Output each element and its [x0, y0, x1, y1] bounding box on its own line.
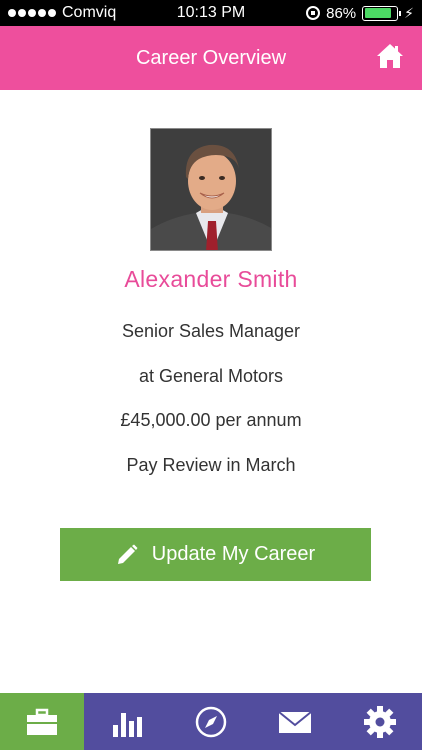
update-career-button[interactable]: Update My Career	[60, 528, 371, 581]
carrier-name: Comviq	[62, 4, 117, 21]
bar-chart-icon	[112, 712, 142, 737]
update-career-label: Update My Career	[151, 543, 316, 565]
company-name: at General Motors	[138, 366, 284, 386]
navigation-bar: Career Overview	[0, 26, 422, 90]
status-bar: Comviq 10:13 PM 86% ⚡	[0, 0, 422, 26]
tab-statistics[interactable]	[84, 693, 168, 750]
home-icon[interactable]	[376, 42, 404, 70]
charging-icon: ⚡	[404, 4, 414, 21]
tab-messages[interactable]	[253, 693, 337, 750]
tab-settings[interactable]	[338, 693, 422, 750]
envelope-icon	[278, 710, 313, 733]
salary: £45,000.00 per annum	[120, 410, 302, 430]
battery-icon	[362, 5, 402, 21]
rotation-lock-icon	[306, 6, 321, 20]
gear-icon	[363, 705, 396, 738]
pencil-icon	[117, 544, 138, 564]
profile-photo	[150, 128, 272, 251]
signal-strength-icon	[8, 9, 56, 17]
battery-percent: 86%	[326, 4, 357, 22]
pay-review-date: Pay Review in March	[126, 455, 296, 475]
employee-name: Alexander Smith	[124, 266, 298, 292]
briefcase-icon	[27, 708, 58, 735]
tab-career[interactable]	[0, 693, 85, 750]
page-title: Career Overview	[135, 46, 287, 69]
tab-explore[interactable]	[169, 693, 253, 750]
compass-icon	[195, 706, 227, 737]
job-title: Senior Sales Manager	[121, 321, 301, 341]
tab-bar	[0, 693, 422, 750]
